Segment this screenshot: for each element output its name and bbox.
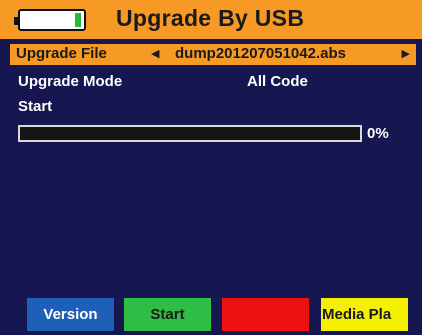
status-text: Start	[18, 98, 53, 115]
start-button[interactable]: Start	[124, 298, 211, 331]
progress-bar	[18, 125, 362, 142]
version-button[interactable]: Version	[27, 298, 114, 331]
red-function-button[interactable]	[222, 298, 309, 331]
upgrade-file-selector[interactable]: Upgrade File ◀ dump201207051042.abs ▶	[10, 44, 416, 65]
media-player-button[interactable]: Media Pla	[321, 298, 408, 331]
upgrade-file-label: Upgrade File	[16, 45, 107, 62]
title-bar: Upgrade By USB	[0, 0, 422, 39]
arrow-left-icon[interactable]: ◀	[151, 45, 159, 64]
upgrade-screen: Upgrade By USB Upgrade File ◀ dump201207…	[0, 0, 422, 335]
arrow-right-icon[interactable]: ▶	[402, 45, 410, 64]
upgrade-mode-label: Upgrade Mode	[18, 73, 123, 90]
battery-icon	[14, 9, 86, 31]
battery-level	[75, 13, 81, 27]
page-title: Upgrade By USB	[116, 5, 305, 31]
upgrade-file-name[interactable]: dump201207051042.abs	[175, 45, 346, 62]
upgrade-mode-value[interactable]: All Code	[247, 73, 308, 90]
progress-percent: 0%	[367, 125, 389, 142]
